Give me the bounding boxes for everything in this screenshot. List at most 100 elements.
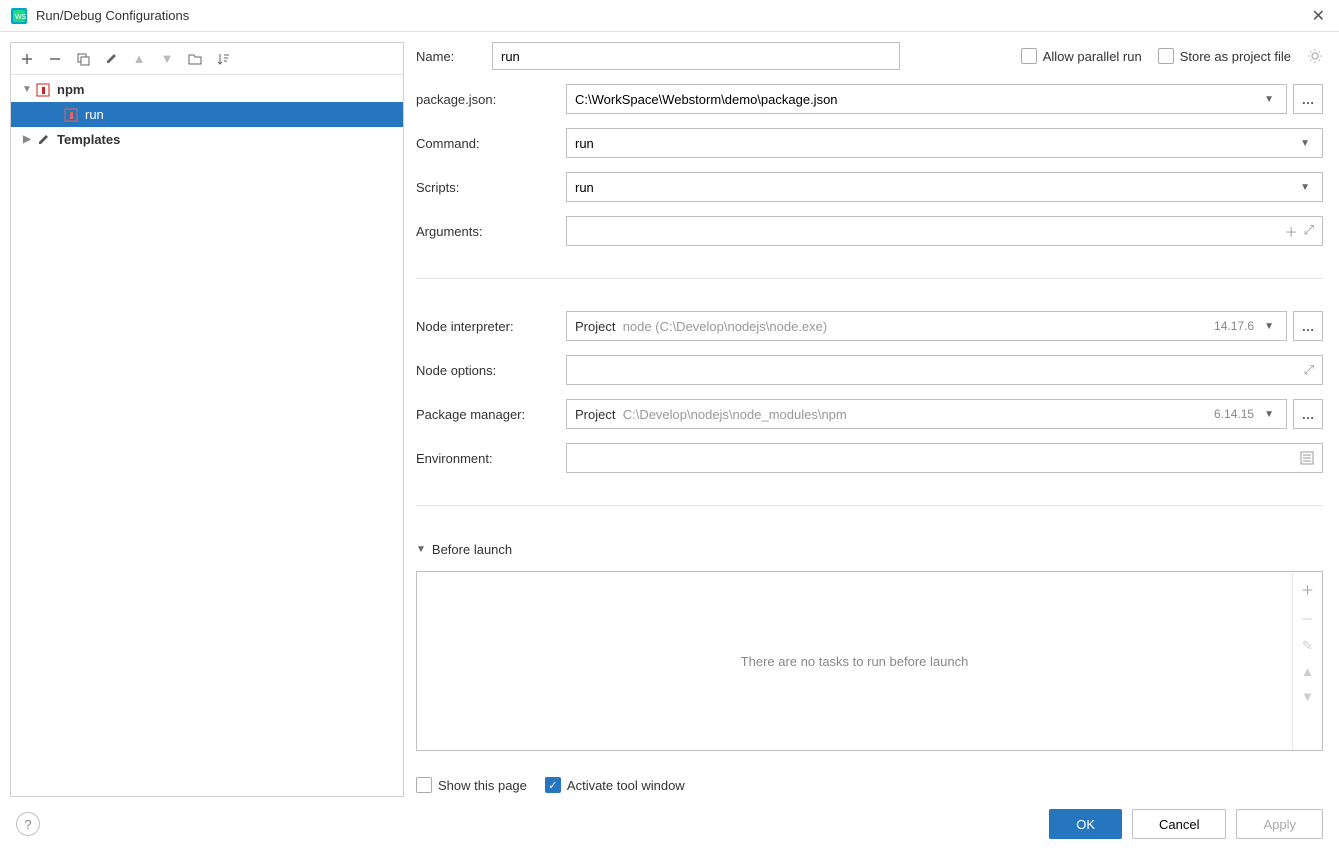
npm-version: 6.14.15 (1214, 407, 1254, 421)
right-pane: Name: Allow parallel run Store as projec… (416, 42, 1329, 797)
package-manager-field[interactable]: Project C:\Develop\nodejs\node_modules\n… (566, 399, 1287, 429)
list-icon[interactable] (1300, 451, 1314, 465)
expand-icon[interactable]: ⤢ (1304, 222, 1314, 241)
tree-label-npm: npm (57, 82, 84, 97)
dropdown-icon[interactable]: ▼ (1296, 182, 1314, 193)
plus-icon[interactable]: ＋ (1285, 222, 1298, 241)
move-down-icon: ▼ (157, 49, 177, 69)
before-launch-empty: There are no tasks to run before launch (417, 572, 1292, 750)
name-row: Name: Allow parallel run Store as projec… (416, 42, 1323, 70)
collapse-arrow-icon: ▶ (19, 134, 35, 145)
tree-node-npm[interactable]: ▼ npm (11, 77, 403, 102)
before-launch-header[interactable]: ▼ Before launch (416, 542, 1323, 557)
arguments-input[interactable] (575, 224, 1285, 239)
arguments-field[interactable]: ＋ ⤢ (566, 216, 1323, 246)
checkbox-icon (1158, 48, 1174, 64)
help-button[interactable]: ? (16, 812, 40, 836)
browse-package-manager-button[interactable]: … (1293, 399, 1323, 429)
footer-bar: ? OK Cancel Apply (0, 797, 1339, 851)
name-input[interactable] (492, 42, 900, 70)
edit-defaults-icon[interactable] (101, 49, 121, 69)
browse-package-json-button[interactable]: … (1293, 84, 1323, 114)
expand-icon[interactable]: ⤢ (1304, 362, 1314, 378)
move-up-icon: ▲ (129, 49, 149, 69)
scripts-label: Scripts: (416, 180, 566, 195)
tree-label-templates: Templates (57, 132, 120, 147)
remove-task-icon: － (1301, 609, 1314, 628)
left-toolbar: ▲ ▼ (11, 43, 403, 75)
package-manager-prefix: Project (575, 407, 615, 422)
package-json-field[interactable]: ▼ (566, 84, 1287, 114)
package-json-input[interactable] (575, 92, 1260, 107)
store-as-project-file-label: Store as project file (1180, 49, 1291, 64)
name-label: Name: (416, 49, 476, 64)
npm-run-icon (63, 107, 79, 123)
allow-parallel-checkbox[interactable]: Allow parallel run (1021, 48, 1142, 64)
dropdown-icon[interactable]: ▼ (1296, 138, 1314, 149)
move-task-up-icon: ▲ (1301, 664, 1314, 679)
dropdown-icon[interactable]: ▼ (1260, 409, 1278, 420)
browse-node-interpreter-button[interactable]: … (1293, 311, 1323, 341)
before-launch-toolbar: ＋ － ✎ ▲ ▼ (1292, 572, 1322, 750)
sort-icon[interactable] (213, 49, 233, 69)
node-options-input[interactable] (575, 363, 1304, 378)
before-launch-label: Before launch (432, 542, 512, 557)
remove-config-icon[interactable] (45, 49, 65, 69)
environment-input[interactable] (575, 451, 1300, 466)
package-manager-hint: C:\Develop\nodejs\node_modules\npm (623, 407, 847, 422)
chevron-down-icon: ▼ (416, 544, 426, 555)
command-label: Command: (416, 136, 566, 151)
close-icon[interactable]: ✕ (1308, 6, 1329, 26)
npm-icon (35, 82, 51, 98)
package-json-label: package.json: (416, 92, 566, 107)
scripts-input[interactable] (575, 180, 1296, 195)
command-field[interactable]: ▼ (566, 128, 1323, 158)
node-interpreter-hint: node (C:\Develop\nodejs\node.exe) (623, 319, 828, 334)
copy-config-icon[interactable] (73, 49, 93, 69)
svg-text:WS: WS (15, 14, 27, 21)
ok-button[interactable]: OK (1049, 809, 1122, 839)
checkbox-icon (1021, 48, 1037, 64)
tree-node-run[interactable]: run (11, 102, 403, 127)
app-icon: WS (10, 7, 28, 25)
gear-icon[interactable] (1307, 48, 1323, 64)
command-input[interactable] (575, 136, 1296, 151)
scripts-field[interactable]: ▼ (566, 172, 1323, 202)
before-launch-box: There are no tasks to run before launch … (416, 571, 1323, 751)
environment-label: Environment: (416, 451, 566, 466)
edit-task-icon: ✎ (1302, 638, 1313, 654)
allow-parallel-label: Allow parallel run (1043, 49, 1142, 64)
store-as-project-file-checkbox[interactable]: Store as project file (1158, 48, 1291, 64)
checkbox-icon (416, 777, 432, 793)
expand-arrow-icon: ▼ (19, 84, 35, 95)
environment-field[interactable] (566, 443, 1323, 473)
add-task-icon[interactable]: ＋ (1301, 580, 1314, 599)
tree-label-run: run (85, 107, 104, 122)
divider (416, 278, 1323, 279)
divider (416, 505, 1323, 506)
tree-node-templates[interactable]: ▶ Templates (11, 127, 403, 152)
package-manager-label: Package manager: (416, 407, 566, 422)
node-version: 14.17.6 (1214, 319, 1254, 333)
cancel-button[interactable]: Cancel (1132, 809, 1226, 839)
add-config-icon[interactable] (17, 49, 37, 69)
form-grid: package.json: ▼ … Command: ▼ Scripts: ▼ … (416, 84, 1323, 793)
title-bar: WS Run/Debug Configurations ✕ (0, 0, 1339, 32)
node-interpreter-prefix: Project (575, 319, 615, 334)
node-options-field[interactable]: ⤢ (566, 355, 1323, 385)
show-this-page-checkbox[interactable]: Show this page (416, 777, 527, 793)
wrench-icon (35, 132, 51, 148)
left-pane: ▲ ▼ ▼ npm run ▶ Templates (10, 42, 404, 797)
arguments-label: Arguments: (416, 224, 566, 239)
node-interpreter-field[interactable]: Project node (C:\Develop\nodejs\node.exe… (566, 311, 1287, 341)
dropdown-icon[interactable]: ▼ (1260, 321, 1278, 332)
dropdown-icon[interactable]: ▼ (1260, 94, 1278, 105)
footer-checkboxes: Show this page ✓ Activate tool window (416, 777, 1323, 793)
node-interpreter-label: Node interpreter: (416, 319, 566, 334)
apply-button: Apply (1236, 809, 1323, 839)
node-options-label: Node options: (416, 363, 566, 378)
move-task-down-icon: ▼ (1301, 689, 1314, 704)
window-title: Run/Debug Configurations (36, 8, 1308, 23)
activate-tool-window-checkbox[interactable]: ✓ Activate tool window (545, 777, 685, 793)
folder-icon[interactable] (185, 49, 205, 69)
